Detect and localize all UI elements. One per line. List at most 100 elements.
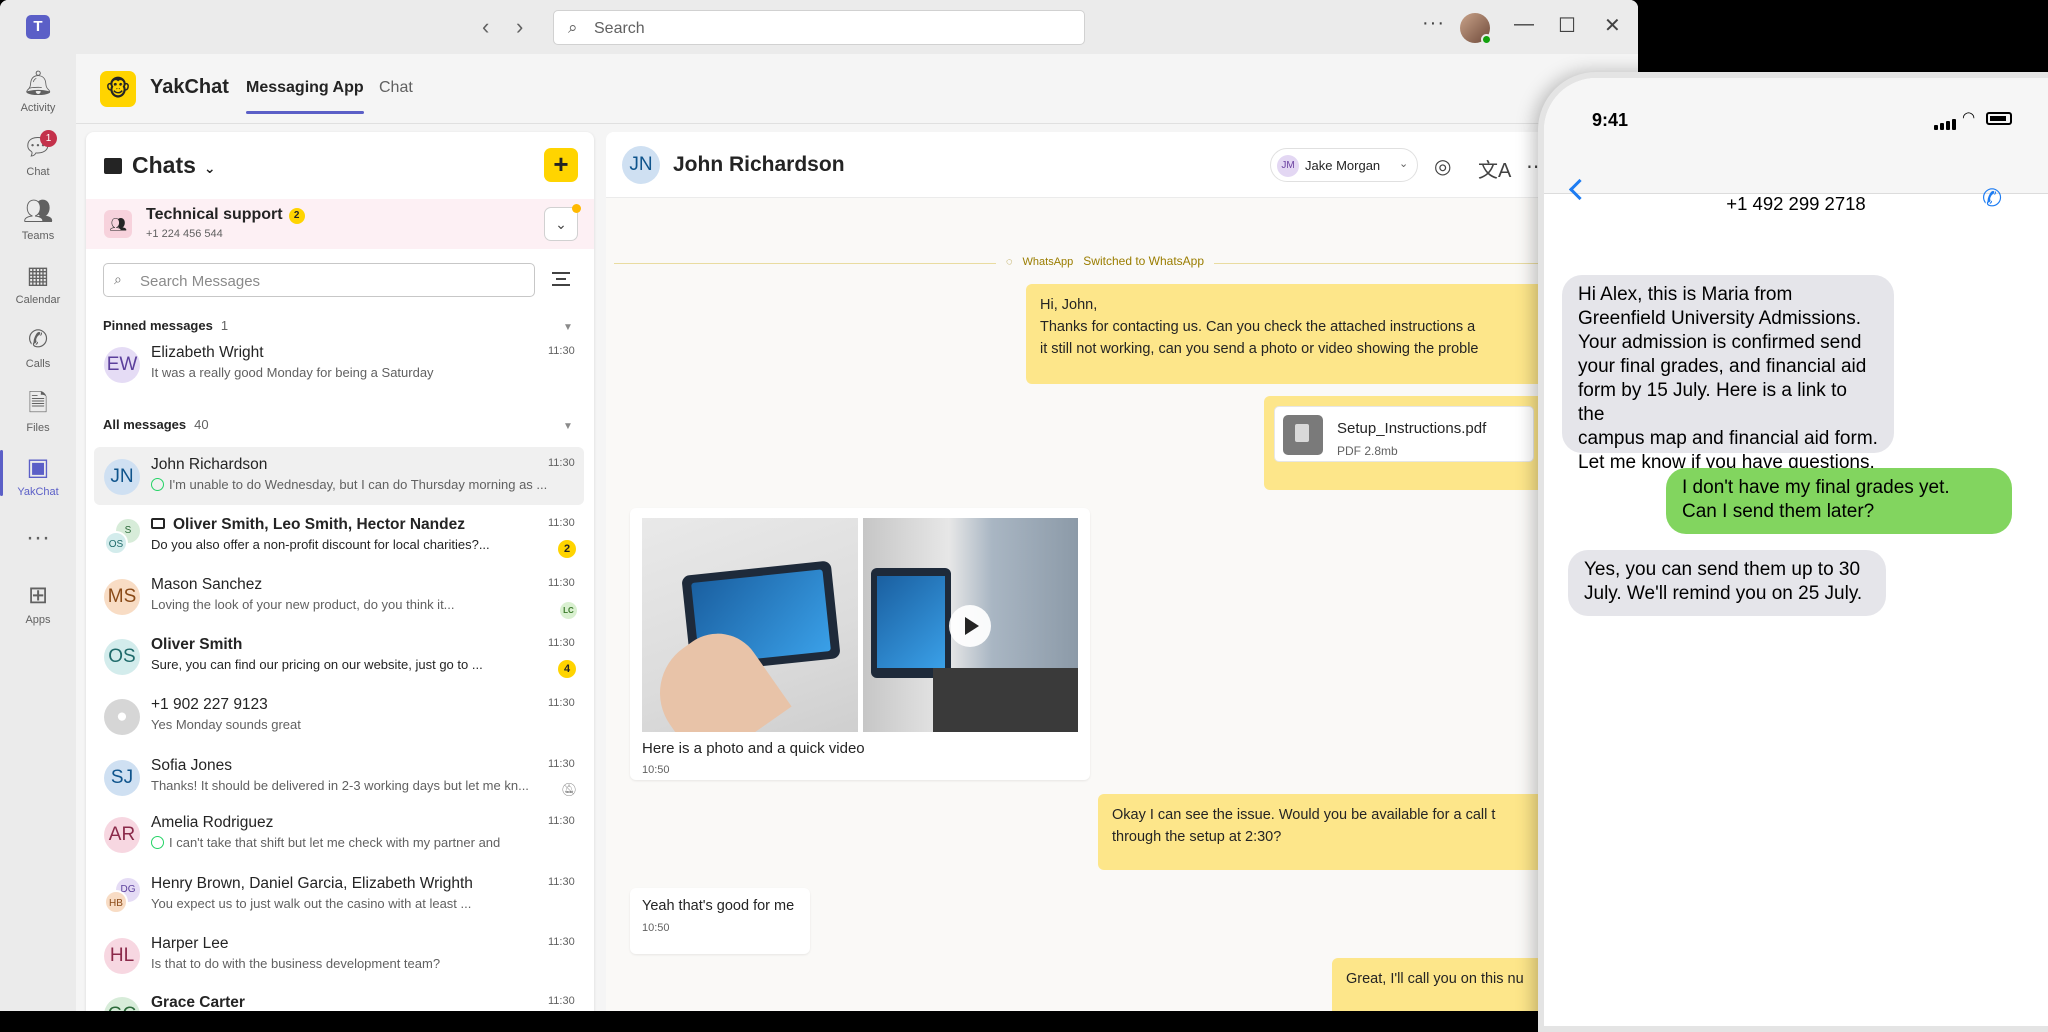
teams-people-icon: 👥︎ <box>22 198 54 225</box>
translate-icon[interactable]: 文A <box>1478 154 1511 183</box>
incoming-sms: Hi Alex, this is Maria from Greenfield U… <box>1562 275 1894 473</box>
switch-text: Switched to WhatsApp <box>1083 254 1205 268</box>
timestamp: 11:30 <box>548 876 575 888</box>
section-count: 1 <box>220 318 229 333</box>
section-count: 40 <box>194 417 209 432</box>
list-item[interactable]: SJ Sofia Jones Thanks! It should be deli… <box>94 748 584 806</box>
tab-messaging-app[interactable]: Messaging App <box>246 79 364 114</box>
list-item[interactable]: MS Mason Sanchez Loving the look of your… <box>94 567 584 625</box>
chats-title[interactable]: Chats ⌄ <box>104 152 216 179</box>
rail-item-teams[interactable]: 👥︎ Teams <box>0 198 76 242</box>
message-preview: Thanks! It should be delivered in 2-3 wo… <box>151 778 529 793</box>
timestamp: 11:30 <box>548 995 575 1007</box>
list-item[interactable]: GC Grace Carter 11:30 <box>94 985 584 1011</box>
sms-line: Yes, you can send them up to 30 <box>1584 559 1861 580</box>
message-thread: ◌ WhatsApp Switched to WhatsApp Hi, John, … <box>606 198 1638 1011</box>
minimize-icon[interactable]: — <box>1514 13 1534 36</box>
rail-more-apps-icon[interactable]: ··· <box>0 524 76 552</box>
search-icon: ⌕ <box>114 271 122 287</box>
list-item[interactable]: HL Harper Lee Is that to do with the bus… <box>94 926 584 984</box>
timestamp: 11:30 <box>548 517 575 529</box>
user-avatar[interactable] <box>1460 13 1492 45</box>
rail-item-files[interactable]: 🗎 Files <box>0 390 76 434</box>
rail-label: Chat <box>26 166 50 178</box>
channel-switch-notice: ◌ WhatsApp Switched to WhatsApp <box>996 254 1215 268</box>
chevron-down-icon: ⌄ <box>1399 158 1409 170</box>
timestamp: 11:30 <box>548 345 575 357</box>
list-item[interactable]: OS Oliver Smith Sure, you can find our p… <box>94 627 584 685</box>
pinned-section-header[interactable]: Pinned messages 1 <box>103 318 228 333</box>
chat-icon <box>104 158 122 174</box>
photo-thumbnail[interactable] <box>642 518 858 732</box>
timestamp: 11:30 <box>548 457 575 469</box>
preview-text: I can't take that shift but let me check… <box>169 835 501 850</box>
rail-item-calls[interactable]: ✆ Calls <box>0 326 76 370</box>
close-icon[interactable]: ✕ <box>1604 13 1621 38</box>
sms-line: Can I send them later? <box>1682 501 1875 522</box>
add-apps-icon: ⊞ <box>27 582 49 609</box>
rail-item-calendar[interactable]: ▦ Calendar <box>0 262 76 306</box>
rail-item-apps[interactable]: ⊞ Apps <box>0 582 76 626</box>
caret-down-icon[interactable]: ▼ <box>563 421 573 432</box>
tab-chat[interactable]: Chat <box>379 79 413 97</box>
rail-item-yakchat[interactable]: ▣ YakChat <box>0 450 76 498</box>
whatsapp-icon: ◌ <box>1006 256 1013 268</box>
search-placeholder: Search Messages <box>140 273 261 290</box>
list-item[interactable]: JN John Richardson I'm unable to do Wedn… <box>94 447 584 505</box>
more-options-icon[interactable]: ··· <box>1422 12 1445 35</box>
message-line: Hi, John, <box>1040 297 1098 313</box>
check-circle-icon[interactable]: ◎ <box>1434 154 1451 179</box>
app-header: 🐵︎ YakChat Messaging App Chat <box>76 54 1638 124</box>
sms-line: I don't have my final grades yet. <box>1682 477 1950 498</box>
agent-name: Jake Morgan <box>1305 158 1381 173</box>
global-search-input[interactable]: ⌕ Search <box>553 10 1085 45</box>
bell-icon: 🔔︎ <box>22 70 54 97</box>
file-attachment[interactable]: Setup_Instructions.pdf PDF 2.8mb <box>1274 406 1534 462</box>
preview-text: I'm unable to do Wednesday, but I can do… <box>169 477 548 492</box>
contact-name-text: Oliver Smith, Leo Smith, Hector Nandez <box>173 516 465 533</box>
rail-item-activity[interactable]: 🔔︎ Activity <box>0 70 76 114</box>
status-time: 9:41 <box>1592 110 1629 130</box>
message-text: Yeah that's good for me <box>642 898 795 914</box>
channel-name-text: Technical support <box>146 206 283 223</box>
maximize-icon[interactable]: ☐ <box>1558 13 1576 38</box>
new-chat-button[interactable]: + <box>544 148 578 182</box>
filter-icon[interactable] <box>552 272 570 286</box>
rail-label: Calls <box>25 358 51 370</box>
avatar: OS <box>104 639 140 675</box>
search-placeholder: Search <box>594 20 645 37</box>
avatar: OS <box>104 531 128 555</box>
phone-icon: ✆ <box>27 326 49 353</box>
phone-call-icon[interactable]: ✆ <box>1982 184 2002 213</box>
list-item[interactable]: DG HB Henry Brown, Daniel Garcia, Elizab… <box>94 866 584 924</box>
video-thumbnail[interactable] <box>863 518 1078 732</box>
forward-arrow-icon[interactable]: › <box>516 14 523 40</box>
chevron-down-icon: ⌄ <box>203 160 216 176</box>
avatar: SJ <box>104 760 140 796</box>
caret-down-icon[interactable]: ▼ <box>563 322 573 333</box>
contact-name: Elizabeth Wright <box>151 344 264 361</box>
list-item[interactable]: EW Elizabeth Wright It was a really good… <box>94 335 584 393</box>
pdf-file-icon <box>1283 415 1323 455</box>
rail-label: Activity <box>20 102 56 114</box>
app-name: YakChat <box>150 76 229 98</box>
title-bar: T ‹ › ⌕ Search ··· — ☐ ✕ <box>0 0 1638 54</box>
play-icon[interactable] <box>949 605 991 647</box>
back-arrow-icon[interactable]: ‹ <box>482 14 489 40</box>
technical-support-channel[interactable]: 👥︎ Technical support 2 +1 224 456 544 <box>86 199 594 249</box>
list-item[interactable]: AR Amelia Rodriguez I can't take that sh… <box>94 805 584 863</box>
rail-item-chat[interactable]: 💬︎ 1 Chat <box>0 130 76 178</box>
incoming-message: Yeah that's good for me 10:50 <box>630 888 810 954</box>
message-line: Thanks for contacting us. Can you check … <box>1040 319 1476 335</box>
assigned-agent-dropdown[interactable]: JM Jake Morgan ⌄ <box>1270 148 1418 182</box>
teams-window: T ‹ › ⌕ Search ··· — ☐ ✕ 🔔︎ Activity 💬︎ … <box>0 0 1638 1011</box>
search-messages-input[interactable]: ⌕ Search Messages <box>103 263 535 297</box>
more-dots-icon: ··· <box>26 524 50 551</box>
group-icon: 👥︎ <box>104 210 132 238</box>
list-item[interactable]: S OS Oliver Smith, Leo Smith, Hector Nan… <box>94 507 584 565</box>
timestamp: 11:30 <box>548 815 575 827</box>
muted-bell-icon: 🔕︎ <box>561 782 578 797</box>
all-messages-section-header[interactable]: All messages 40 <box>103 417 209 432</box>
channel-name: Technical support 2 <box>146 206 305 224</box>
list-item[interactable]: ● +1 902 227 9123 Yes Monday sounds grea… <box>94 687 584 745</box>
